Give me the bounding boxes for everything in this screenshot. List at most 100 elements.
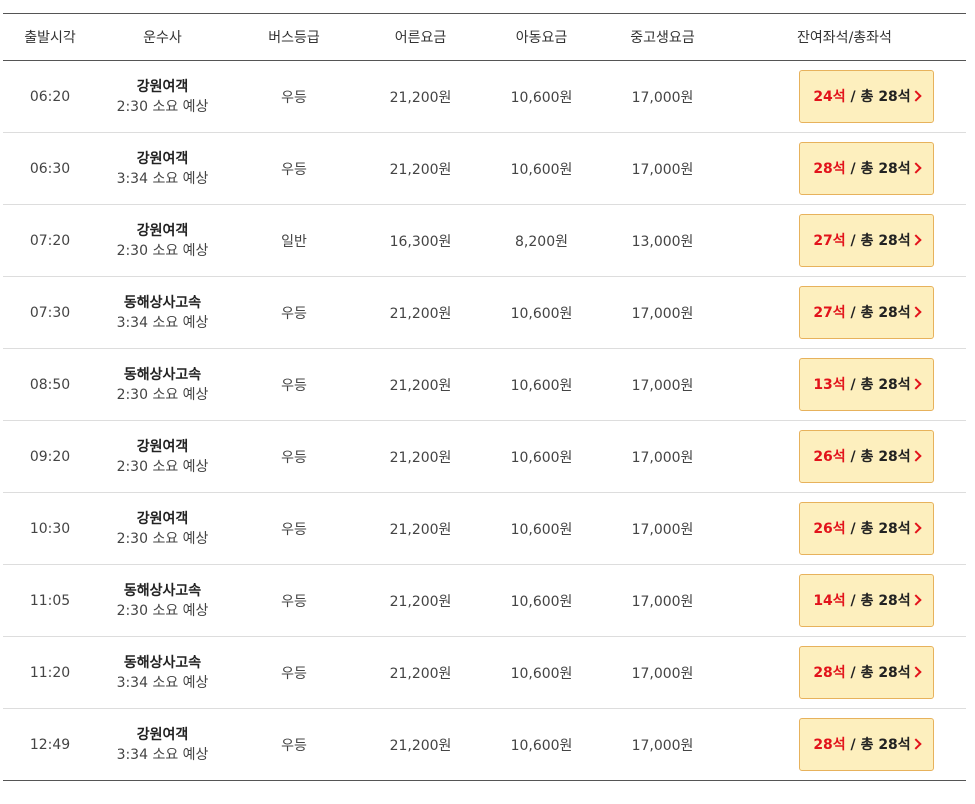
trip-duration: 3:34 소요 예상 (116, 170, 209, 187)
chevron-right-icon (910, 666, 922, 678)
select-seat-button[interactable]: 14석 / 총 28석 (799, 574, 934, 627)
carrier-cell: 동해상사고속 2:30 소요 예상 (97, 349, 228, 421)
table-row: 06:20 강원여객 2:30 소요 예상 우등 21,200원 10,600원… (3, 61, 966, 133)
trip-duration: 2:30 소요 예상 (116, 242, 209, 259)
carrier-name: 강원여객 (136, 726, 189, 743)
adult-fare: 21,200원 (389, 377, 452, 394)
select-seat-button[interactable]: 26석 / 총 28석 (799, 502, 934, 555)
header-child-fare: 아동요금 (515, 30, 568, 46)
child-fare: 10,600원 (510, 521, 573, 538)
table-row: 08:50 동해상사고속 2:30 소요 예상 우등 21,200원 10,60… (3, 349, 966, 421)
header-depart-time: 출발시각 (24, 30, 76, 46)
carrier-name: 동해상사고속 (123, 654, 202, 671)
seats-cell: 27석 / 총 28석 (723, 277, 966, 349)
carrier-cell: 강원여객 2:30 소요 예상 (97, 205, 228, 277)
student-fare: 17,000원 (631, 521, 694, 538)
timetable-header: 출발시각 운수사 버스등급 어른요금 아동요금 중고생요금 잔여좌석/총좌석 (3, 13, 966, 61)
carrier-cell: 동해상사고속 2:30 소요 예상 (97, 565, 228, 637)
remaining-seats: 27석 (813, 305, 846, 321)
trip-duration: 3:34 소요 예상 (116, 314, 209, 331)
bus-grade: 우등 (281, 377, 307, 394)
seat-separator: / (845, 233, 861, 249)
remaining-seats: 28석 (813, 161, 846, 177)
header-bus-grade: 버스등급 (268, 30, 320, 46)
timetable-container: 출발시각 운수사 버스등급 어른요금 아동요금 중고생요금 잔여좌석/총좌석 0… (3, 13, 966, 781)
seats-cell: 13석 / 총 28석 (723, 349, 966, 421)
carrier-cell: 강원여객 2:30 소요 예상 (97, 421, 228, 493)
header-carrier: 운수사 (143, 30, 182, 46)
carrier-name: 강원여객 (136, 78, 189, 95)
remaining-seats: 27석 (813, 233, 846, 249)
total-seats: 총 28석 (860, 305, 911, 321)
child-fare: 10,600원 (510, 89, 573, 106)
seat-separator: / (845, 377, 861, 393)
table-row: 07:30 동해상사고속 3:34 소요 예상 우등 21,200원 10,60… (3, 277, 966, 349)
student-fare: 17,000원 (631, 449, 694, 466)
trip-duration: 3:34 소요 예상 (116, 674, 209, 691)
bus-grade: 우등 (281, 521, 307, 538)
child-fare: 10,600원 (510, 449, 573, 466)
depart-time: 11:05 (29, 592, 71, 609)
carrier-name: 동해상사고속 (123, 366, 202, 383)
remaining-seats: 26석 (813, 521, 846, 537)
chevron-right-icon (910, 234, 922, 246)
bus-grade: 우등 (281, 737, 307, 754)
child-fare: 8,200원 (515, 233, 568, 250)
table-row: 09:20 강원여객 2:30 소요 예상 우등 21,200원 10,600원… (3, 421, 966, 493)
seats-cell: 26석 / 총 28석 (723, 493, 966, 565)
remaining-seats: 28석 (813, 737, 846, 753)
remaining-seats: 24석 (813, 89, 846, 105)
table-row: 06:30 강원여객 3:34 소요 예상 우등 21,200원 10,600원… (3, 133, 966, 205)
select-seat-button[interactable]: 24석 / 총 28석 (799, 70, 934, 123)
child-fare: 10,600원 (510, 737, 573, 754)
bus-grade: 우등 (281, 89, 307, 106)
seats-cell: 26석 / 총 28석 (723, 421, 966, 493)
adult-fare: 21,200원 (389, 521, 452, 538)
seat-separator: / (845, 665, 861, 681)
trip-duration: 2:30 소요 예상 (116, 602, 209, 619)
select-seat-button[interactable]: 28석 / 총 28석 (799, 718, 934, 771)
chevron-right-icon (910, 162, 922, 174)
select-seat-button[interactable]: 28석 / 총 28석 (799, 646, 934, 699)
carrier-name: 강원여객 (136, 150, 189, 167)
seats-cell: 27석 / 총 28석 (723, 205, 966, 277)
seat-separator: / (845, 449, 861, 465)
total-seats: 총 28석 (860, 233, 911, 249)
student-fare: 17,000원 (631, 305, 694, 322)
seat-separator: / (845, 305, 861, 321)
remaining-seats: 26석 (813, 449, 846, 465)
depart-time: 09:20 (29, 448, 71, 465)
select-seat-button[interactable]: 27석 / 총 28석 (799, 214, 934, 267)
chevron-right-icon (910, 90, 922, 102)
total-seats: 총 28석 (860, 737, 911, 753)
seats-cell: 28석 / 총 28석 (723, 637, 966, 709)
select-seat-button[interactable]: 13석 / 총 28석 (799, 358, 934, 411)
adult-fare: 21,200원 (389, 737, 452, 754)
total-seats: 총 28석 (860, 161, 911, 177)
select-seat-button[interactable]: 26석 / 총 28석 (799, 430, 934, 483)
total-seats: 총 28석 (860, 449, 911, 465)
remaining-seats: 28석 (813, 665, 846, 681)
total-seats: 총 28석 (860, 89, 911, 105)
student-fare: 17,000원 (631, 89, 694, 106)
remaining-seats: 13석 (813, 377, 846, 393)
adult-fare: 21,200원 (389, 305, 452, 322)
timetable-body: 06:20 강원여객 2:30 소요 예상 우등 21,200원 10,600원… (3, 61, 966, 781)
seat-separator: / (845, 161, 861, 177)
table-row: 12:49 강원여객 3:34 소요 예상 우등 21,200원 10,600원… (3, 709, 966, 781)
depart-time: 10:30 (29, 520, 71, 537)
depart-time: 07:30 (29, 304, 71, 321)
seat-separator: / (845, 89, 861, 105)
adult-fare: 21,200원 (389, 161, 452, 178)
select-seat-button[interactable]: 28석 / 총 28석 (799, 142, 934, 195)
child-fare: 10,600원 (510, 305, 573, 322)
depart-time: 06:30 (29, 160, 71, 177)
adult-fare: 21,200원 (389, 449, 452, 466)
chevron-right-icon (910, 378, 922, 390)
trip-duration: 3:34 소요 예상 (116, 746, 209, 763)
student-fare: 17,000원 (631, 665, 694, 682)
select-seat-button[interactable]: 27석 / 총 28석 (799, 286, 934, 339)
chevron-right-icon (910, 594, 922, 606)
trip-duration: 2:30 소요 예상 (116, 386, 209, 403)
child-fare: 10,600원 (510, 161, 573, 178)
